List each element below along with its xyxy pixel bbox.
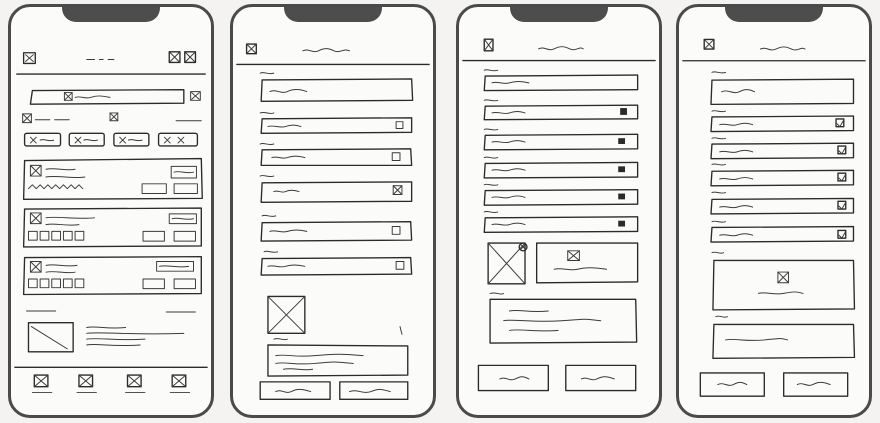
submit-button[interactable] — [339, 381, 409, 401]
back-icon[interactable] — [245, 43, 257, 55]
screen-title — [759, 46, 806, 51]
photo-thumbnail[interactable] — [487, 242, 528, 295]
phone-sketch-form-checkboxes — [676, 4, 872, 418]
image-placeholder[interactable] — [267, 295, 306, 341]
field-3[interactable] — [483, 128, 639, 151]
screen-title — [538, 46, 584, 51]
header-icon-1[interactable] — [168, 51, 181, 64]
search-bar[interactable] — [29, 88, 201, 105]
field-4[interactable] — [259, 175, 413, 203]
checkbox-field-5[interactable] — [710, 220, 855, 243]
field-5[interactable] — [260, 214, 413, 242]
media-item[interactable] — [27, 321, 185, 353]
upload-box[interactable] — [711, 251, 856, 311]
field-3[interactable] — [259, 142, 413, 167]
textarea-field[interactable] — [489, 298, 638, 344]
form-image-wireframe — [462, 38, 656, 392]
field-4[interactable] — [483, 156, 639, 179]
phone-sketch-form-image — [456, 4, 662, 418]
checkbox-field-4[interactable] — [710, 191, 855, 215]
feed-card-2[interactable] — [22, 207, 202, 248]
checkbox-field-2[interactable] — [710, 137, 855, 160]
submit-button[interactable] — [565, 364, 637, 392]
field-1[interactable] — [710, 71, 855, 106]
field-6[interactable] — [260, 250, 413, 276]
tab-icon-4[interactable] — [169, 374, 191, 394]
feed-card-3[interactable] — [22, 255, 202, 296]
cancel-button[interactable] — [477, 364, 549, 392]
back-icon[interactable] — [483, 38, 494, 52]
section-divider — [26, 310, 196, 313]
field-1[interactable] — [259, 72, 414, 102]
upload-box[interactable] — [535, 242, 639, 284]
cancel-button[interactable] — [259, 381, 331, 401]
field-2[interactable] — [483, 99, 639, 121]
tab-icon-3[interactable] — [125, 374, 146, 394]
screen-title — [302, 48, 350, 53]
field-5[interactable] — [483, 183, 639, 206]
cancel-button[interactable] — [699, 372, 765, 397]
checkbox-field-3[interactable] — [710, 163, 855, 187]
textarea-field[interactable] — [267, 344, 409, 377]
phone-sketch-home — [8, 4, 214, 418]
form-checkboxes-wireframe — [682, 38, 866, 397]
checkbox-field-1[interactable] — [710, 110, 855, 133]
field-1[interactable] — [483, 69, 639, 92]
home-wireframe — [14, 51, 208, 394]
header-icon-2[interactable] — [184, 51, 197, 64]
back-icon[interactable] — [703, 38, 715, 50]
tab-icon-2[interactable] — [76, 374, 97, 394]
field-6[interactable] — [483, 210, 639, 234]
filter-chips[interactable] — [23, 132, 199, 147]
field-2[interactable] — [259, 111, 413, 135]
header-menu-icon[interactable] — [22, 52, 36, 65]
tab-icon-1[interactable] — [31, 374, 53, 394]
section-heading — [22, 112, 202, 124]
form-fields-wireframe — [236, 43, 430, 401]
textarea-field[interactable] — [712, 315, 856, 360]
phone-sketch-form-fields — [230, 4, 436, 418]
feed-card-1[interactable] — [22, 157, 203, 201]
submit-button[interactable] — [783, 372, 849, 397]
caret-mark — [399, 326, 403, 335]
